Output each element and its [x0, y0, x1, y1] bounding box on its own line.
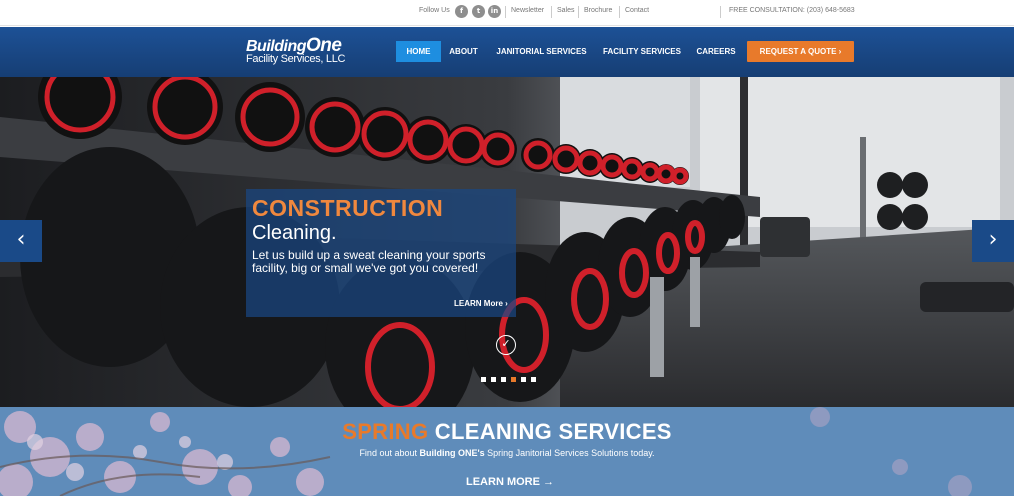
- slider-next-button[interactable]: ›: [972, 220, 1014, 262]
- spring-description: Find out about Building ONE's Spring Jan…: [359, 448, 655, 458]
- nav-about[interactable]: ABOUT: [441, 41, 486, 62]
- slider-dot[interactable]: [481, 377, 486, 382]
- nav-careers[interactable]: CAREERS: [692, 41, 740, 62]
- slider-dot[interactable]: [501, 377, 506, 382]
- slide-description: Let us build up a sweat cleaning your sp…: [252, 248, 486, 275]
- spring-title: SPRING CLEANING SERVICES: [342, 419, 672, 444]
- top-utility-bar: Follow Us f t in Newsletter Sales Brochu…: [0, 0, 1014, 26]
- hero-slider: ‹ › CONSTRUCTION Cleaning. Let us build …: [0, 77, 1014, 407]
- free-consultation-phone[interactable]: FREE CONSULTATION: (203) 648-5683: [729, 7, 855, 14]
- linkedin-icon[interactable]: in: [488, 5, 501, 18]
- request-quote-button[interactable]: REQUEST A QUOTE ›: [747, 41, 854, 62]
- site-logo[interactable]: BuildingOne Facility Services, LLC: [246, 35, 346, 69]
- slider-dot[interactable]: [531, 377, 536, 382]
- nav-home[interactable]: HOME: [396, 41, 441, 62]
- twitter-icon[interactable]: t: [472, 5, 485, 18]
- play-pause-icon[interactable]: ✓: [496, 335, 516, 355]
- divider: [578, 6, 579, 18]
- contact-link[interactable]: Contact: [625, 7, 649, 14]
- divider: [720, 6, 721, 18]
- slide-title: CONSTRUCTION: [252, 195, 444, 221]
- brochure-link[interactable]: Brochure: [584, 7, 612, 14]
- nav-janitorial-services[interactable]: JANITORIAL SERVICES: [490, 41, 593, 62]
- follow-us-label: Follow Us: [419, 7, 450, 14]
- spring-learn-more-link[interactable]: LEARN MORE →: [466, 476, 554, 488]
- newsletter-link[interactable]: Newsletter: [511, 7, 544, 14]
- divider: [619, 6, 620, 18]
- logo-tagline: Facility Services, LLC: [246, 53, 346, 65]
- divider: [551, 6, 552, 18]
- divider: [505, 6, 506, 18]
- main-header: BuildingOne Facility Services, LLC HOME …: [0, 27, 1014, 77]
- slider-dot[interactable]: [491, 377, 496, 382]
- spring-cleaning-banner: SPRING CLEANING SERVICES Find out about …: [0, 407, 1014, 496]
- slide-learn-more-link[interactable]: LEARN More ›: [454, 299, 508, 308]
- nav-facility-services[interactable]: FACILITY SERVICES: [598, 41, 686, 62]
- facebook-icon[interactable]: f: [455, 5, 468, 18]
- slider-dot[interactable]: [521, 377, 526, 382]
- slider-dot[interactable]: [511, 377, 516, 382]
- slider-prev-button[interactable]: ‹: [0, 220, 42, 262]
- slide-caption: CONSTRUCTION Cleaning. Let us build up a…: [246, 189, 516, 317]
- sales-link[interactable]: Sales: [557, 7, 575, 14]
- slide-subtitle: Cleaning.: [252, 222, 337, 244]
